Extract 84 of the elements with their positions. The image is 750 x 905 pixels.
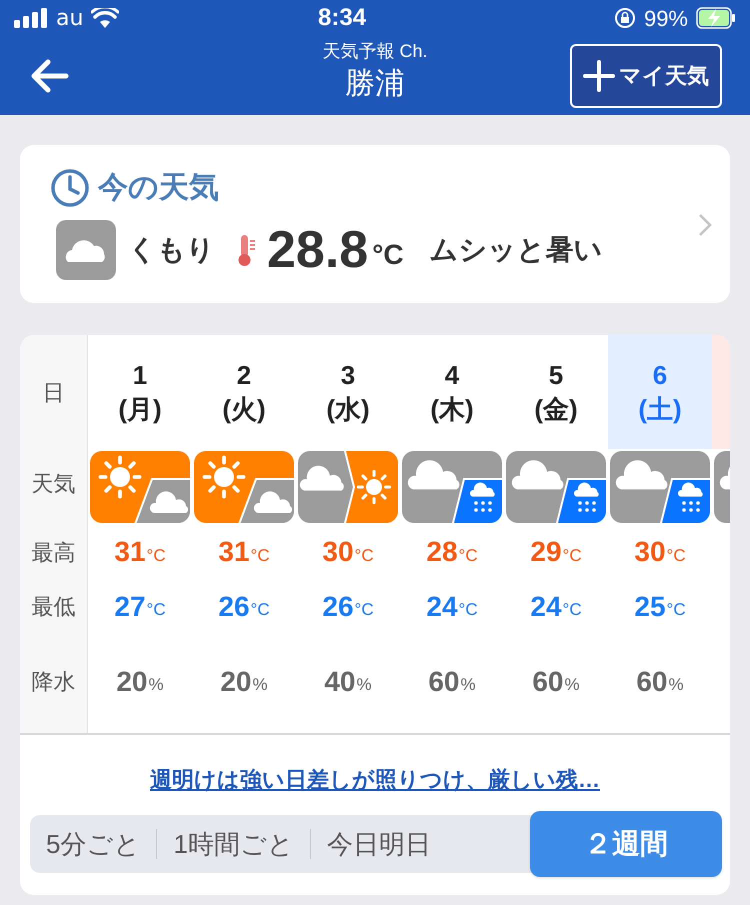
precipitation-chance: 40 (324, 664, 356, 699)
row-label: 日 (42, 378, 64, 407)
weather-icon (506, 451, 606, 524)
high-temperature: 28 (426, 535, 458, 570)
row-label: 最高 (32, 538, 76, 567)
day-weekday: (月) (118, 393, 162, 426)
day-weekday: (土) (638, 393, 682, 426)
range-tab[interactable]: 1時間ごと (157, 815, 310, 873)
current-temperature: 28.8 (267, 224, 368, 276)
clock-time: 8:34 (318, 3, 366, 33)
battery-percent: 99% (644, 4, 688, 32)
high-temperature: 31 (218, 535, 250, 570)
low-temperature: 26 (218, 590, 250, 624)
location-title: 勝浦 (345, 66, 405, 102)
unit-label: °C (458, 598, 478, 621)
day-date: 4 (444, 359, 460, 392)
weather-icon (402, 451, 502, 524)
carrier-label: au (56, 4, 84, 32)
condition-label: くもり (128, 233, 215, 267)
range-tab[interactable]: ２週間 (530, 811, 722, 877)
unit-label: °C (146, 598, 166, 621)
wifi-icon (91, 8, 120, 28)
chevron-right-icon (698, 213, 712, 237)
weather-icon (194, 451, 294, 524)
day-weekday: (火) (222, 393, 266, 426)
day-date: 2 (236, 359, 252, 392)
high-temperature: 30 (322, 535, 354, 570)
battery-charging-icon (696, 7, 736, 29)
plus-icon (583, 60, 615, 92)
clock-icon (50, 168, 90, 208)
feeling-label: ムシッと暑い (430, 233, 603, 267)
unit-label: °C (354, 544, 374, 567)
precipitation-chance: 60 (428, 664, 460, 699)
day-weekday: (金) (534, 393, 578, 426)
row-label: 天気 (32, 470, 76, 498)
precipitation-chance: 60 (532, 664, 564, 699)
row-label: 最低 (32, 593, 76, 622)
cloud-icon (56, 220, 116, 280)
precipitation-chance: 20 (116, 664, 148, 699)
day-weekday: (木) (430, 393, 474, 426)
unit-label: °C (458, 544, 478, 567)
day-date: 1 (132, 359, 148, 392)
day-date: 6 (652, 359, 668, 392)
row-label: 降水 (32, 668, 76, 696)
unit-label: % (252, 674, 268, 696)
day-date: 5 (548, 359, 564, 392)
unit-label: °C (354, 598, 374, 621)
high-temperature: 29 (530, 535, 562, 570)
rotation-lock-icon (614, 7, 636, 29)
low-temperature: 24 (530, 590, 562, 624)
day-date: 3 (340, 359, 356, 392)
unit-label: °C (666, 544, 686, 567)
unit-label: % (356, 674, 372, 696)
unit-label: °C (562, 544, 582, 567)
high-temperature: 31 (114, 535, 146, 570)
low-temperature: 26 (322, 590, 354, 624)
range-tab[interactable]: 5分ごと (30, 815, 156, 873)
unit-label: % (668, 674, 684, 696)
unit-label: °C (250, 598, 270, 621)
signal-icon (14, 8, 48, 28)
unit-label: °C (666, 598, 686, 621)
low-temperature: 27 (114, 590, 146, 624)
weather-icon (298, 451, 398, 524)
weather-icon (610, 451, 710, 524)
unit-label: °C (250, 544, 270, 567)
unit-label: °C (562, 598, 582, 621)
precipitation-chance: 60 (636, 664, 668, 699)
thermometer-icon (237, 233, 257, 267)
temperature-unit: °C (372, 238, 404, 272)
unit-label: % (460, 674, 476, 696)
add-my-weather-button[interactable]: マイ天気 (570, 44, 722, 108)
high-temperature: 30 (634, 535, 666, 570)
current-weather-heading: 今の天気 (98, 170, 219, 206)
low-temperature: 25 (634, 590, 666, 624)
app-subtitle: 天気予報 Ch. (322, 40, 428, 63)
unit-label: °C (146, 544, 166, 567)
unit-label: % (564, 674, 580, 696)
current-weather-card[interactable]: 今の天気 くもり 28.8°C ムシッと暑い (20, 145, 730, 303)
low-temperature: 24 (426, 590, 458, 624)
back-arrow-icon[interactable] (30, 58, 70, 94)
range-tab[interactable]: 今日明日 (310, 815, 447, 873)
day-weekday: (水) (326, 393, 370, 426)
unit-label: % (148, 674, 164, 696)
precipitation-chance: 20 (220, 664, 252, 699)
